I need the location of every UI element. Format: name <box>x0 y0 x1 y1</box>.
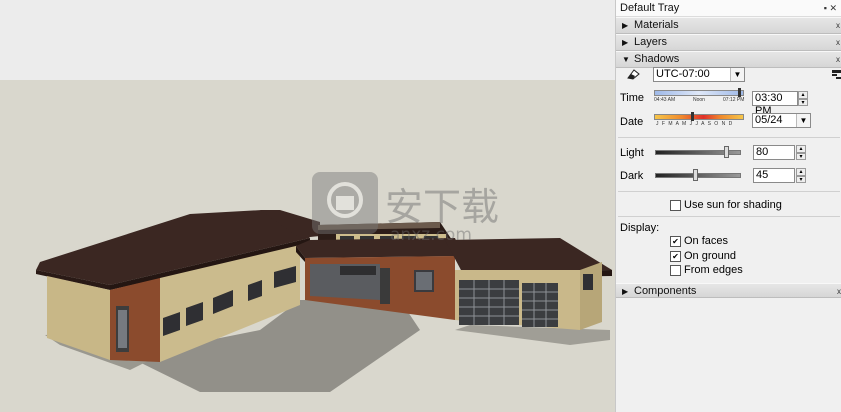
dark-field[interactable]: 45 <box>753 168 795 183</box>
tray-title: Default Tray <box>620 2 680 14</box>
from-edges-label: From edges <box>684 264 743 276</box>
display-label: Display: <box>620 222 660 234</box>
close-icon[interactable]: x <box>836 35 840 50</box>
dark-slider[interactable] <box>655 169 741 181</box>
time-mark-noon: Noon <box>693 97 705 103</box>
light-spin-up[interactable]: ▴ <box>796 145 806 153</box>
shadows-panel: UTC-07:00 ▼ Time 04:43 AM Noon 07:12 PM … <box>616 64 841 283</box>
time-field[interactable]: 03:30 PM <box>752 91 798 117</box>
date-field[interactable]: 05/24 ▼ <box>752 113 811 128</box>
default-tray: Default Tray ▪ ✕ ▶ Materials x ▶ Layers x … <box>615 0 841 412</box>
on-faces-checkbox[interactable]: ✔ <box>670 236 681 247</box>
divider <box>618 137 840 138</box>
light-label: Light <box>620 147 644 159</box>
light-spin-down[interactable]: ▾ <box>796 153 806 160</box>
dark-spin-down[interactable]: ▾ <box>796 176 806 183</box>
date-value: 05/24 <box>755 114 783 126</box>
model-viewport[interactable]: 安下载 anxz.com <box>0 0 615 412</box>
dark-slider-thumb[interactable] <box>693 169 698 181</box>
light-field[interactable]: 80 <box>753 145 795 160</box>
section-layers[interactable]: ▶ Layers x <box>616 34 841 51</box>
watermark-text: 安下载 <box>385 185 499 229</box>
time-slider[interactable] <box>654 88 744 97</box>
time-label: Time <box>620 92 645 104</box>
tray-empty-area <box>616 299 841 412</box>
tray-title-bar: Default Tray ▪ ✕ <box>616 0 841 17</box>
light-slider-thumb[interactable] <box>724 146 729 158</box>
dark-value: 45 <box>756 169 769 181</box>
eraser-icon[interactable] <box>626 68 640 80</box>
dark-label: Dark <box>620 170 644 182</box>
time-mark-end: 07:12 PM <box>723 97 745 103</box>
section-components[interactable]: ▶ Components x <box>616 283 841 298</box>
divider <box>618 191 840 192</box>
watermark-sub: anxz.com <box>390 225 472 245</box>
calendar-dropdown-icon[interactable]: ▼ <box>796 114 810 127</box>
use-sun-checkbox[interactable] <box>670 200 681 211</box>
divider <box>618 216 840 217</box>
chevron-down-icon: ▼ <box>730 68 744 81</box>
timezone-value: UTC-07:00 <box>656 68 710 80</box>
date-slider[interactable] <box>654 112 744 121</box>
section-materials-label: Materials <box>634 19 679 31</box>
section-layers-label: Layers <box>634 36 668 48</box>
on-ground-label: On ground <box>684 250 736 262</box>
section-components-label: Components <box>634 285 697 297</box>
time-slider-thumb[interactable] <box>738 88 741 97</box>
dark-spin-up[interactable]: ▴ <box>796 168 806 176</box>
on-ground-checkbox[interactable]: ✔ <box>670 251 681 262</box>
collapsed-icon: ▶ <box>622 21 629 30</box>
close-icon[interactable]: x <box>837 284 841 299</box>
months-scale: J F M A M J J A S O N D <box>656 121 734 127</box>
section-materials[interactable]: ▶ Materials x <box>616 17 841 34</box>
use-sun-label: Use sun for shading <box>684 199 782 211</box>
collapsed-icon: ▶ <box>622 287 629 296</box>
on-faces-label: On faces <box>684 235 729 247</box>
date-label: Date <box>620 116 644 128</box>
from-edges-checkbox[interactable] <box>670 265 681 276</box>
pin-icon[interactable]: ▪ ✕ <box>824 0 837 16</box>
shadow-settings-icon[interactable] <box>832 70 841 79</box>
time-mark-start: 04:43 AM <box>654 97 676 103</box>
timezone-select[interactable]: UTC-07:00 ▼ <box>653 67 745 82</box>
close-icon[interactable]: x <box>836 18 840 33</box>
light-slider[interactable] <box>655 146 741 158</box>
date-slider-thumb[interactable] <box>691 112 694 121</box>
light-value: 80 <box>756 146 769 158</box>
collapsed-icon: ▶ <box>622 38 629 47</box>
house-model: 安下载 anxz.com <box>0 0 615 412</box>
time-spin-up[interactable]: ▴ <box>798 91 808 99</box>
time-spin-down[interactable]: ▾ <box>798 99 808 106</box>
